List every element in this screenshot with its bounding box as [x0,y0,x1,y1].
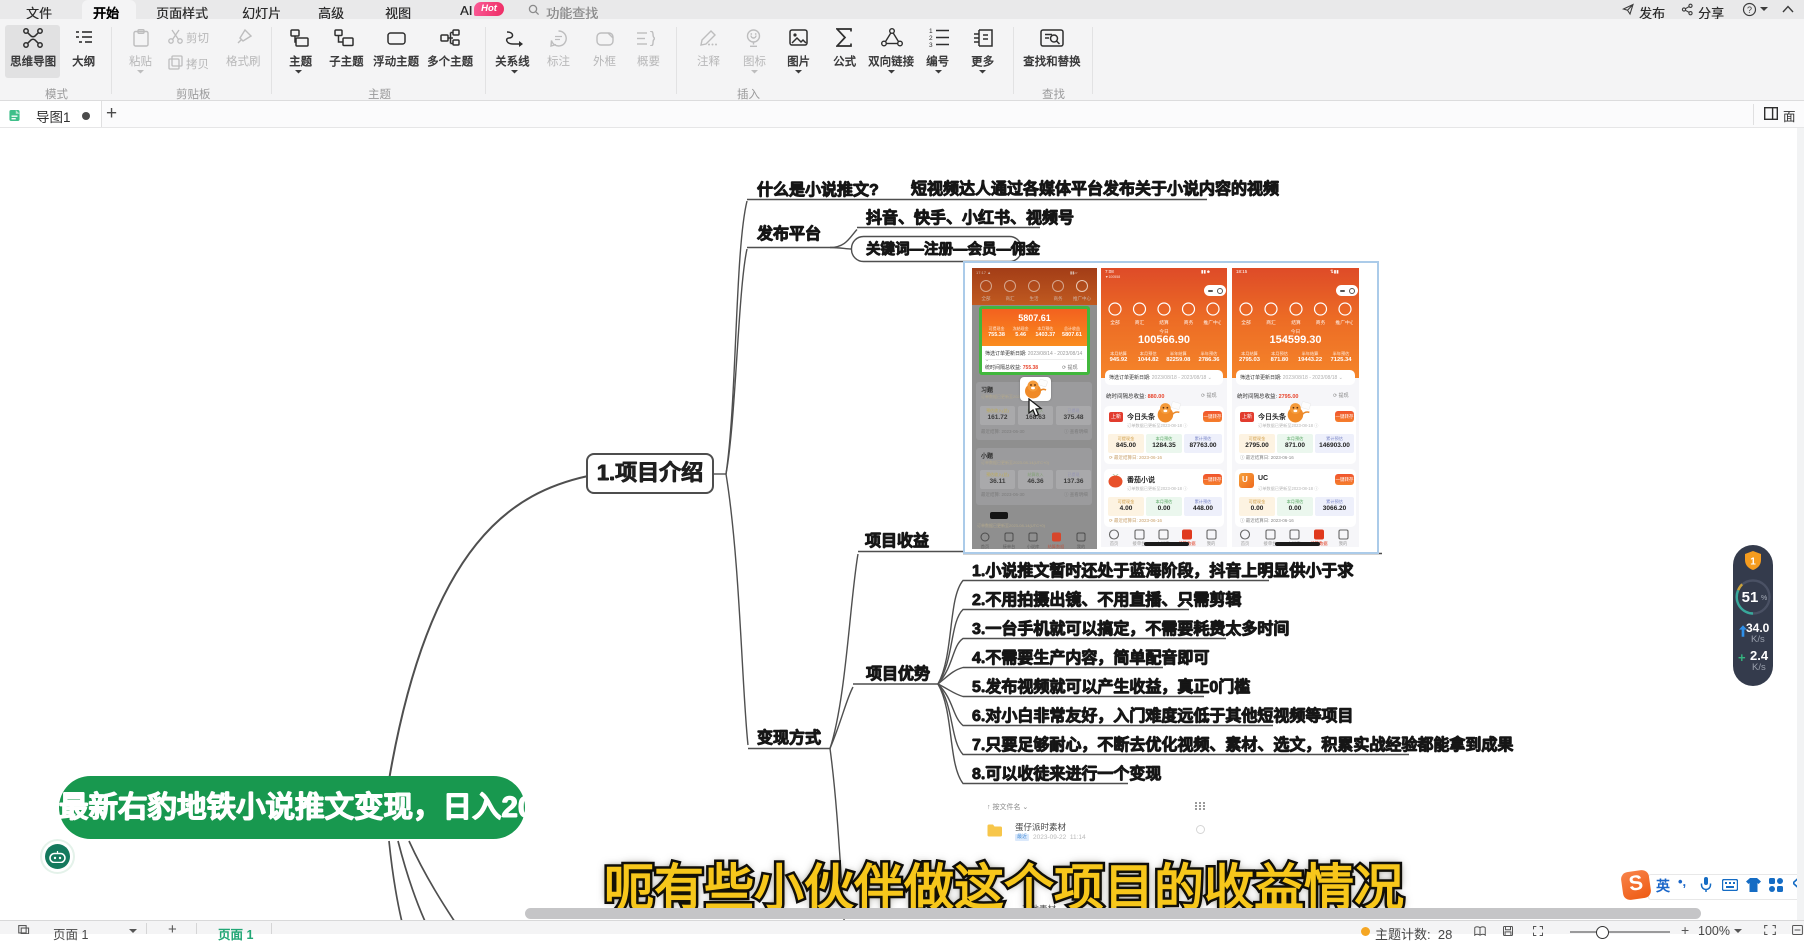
svg-text:结算数据: 结算数据 [1048,543,1065,549]
svg-text:我的: 我的 [1077,543,1085,549]
svg-text:全部: 全部 [982,295,991,302]
svg-text:商汇: 商汇 [1266,319,1276,326]
svg-text:首页: 首页 [981,543,989,549]
svg-text:1: 1 [1750,557,1756,568]
svg-text:结算: 结算 [1159,319,1169,326]
svg-text:推广中心: 推广中心 [1073,295,1091,302]
svg-text:我的: 我的 [1207,540,1216,546]
svg-text:接单台: 接单台 [1003,543,1016,549]
svg-text:推广中心: 推广中心 [1335,319,1353,326]
svg-text:首页: 首页 [1241,540,1250,546]
svg-text:3: 3 [929,42,933,47]
svg-text:小说库: 小说库 [1027,543,1040,549]
svg-text:商务: 商务 [1184,319,1194,326]
svg-text:结算: 结算 [1291,319,1301,326]
svg-text:生活: 生活 [1030,295,1039,302]
svg-text:1: 1 [929,28,933,35]
svg-text:商汇: 商汇 [1006,295,1015,302]
svg-text:商务: 商务 [1316,319,1326,326]
svg-text:全部: 全部 [1241,319,1251,326]
svg-text:我的: 我的 [1339,540,1348,546]
svg-text:首页: 首页 [1110,540,1119,546]
svg-text:2: 2 [929,35,933,42]
svg-text:?: ? [1747,5,1752,15]
svg-text:推广中心: 推广中心 [1203,319,1221,326]
svg-text:商务: 商务 [1054,295,1063,302]
svg-text:商汇: 商汇 [1135,319,1145,326]
svg-text:全部: 全部 [1110,319,1120,326]
